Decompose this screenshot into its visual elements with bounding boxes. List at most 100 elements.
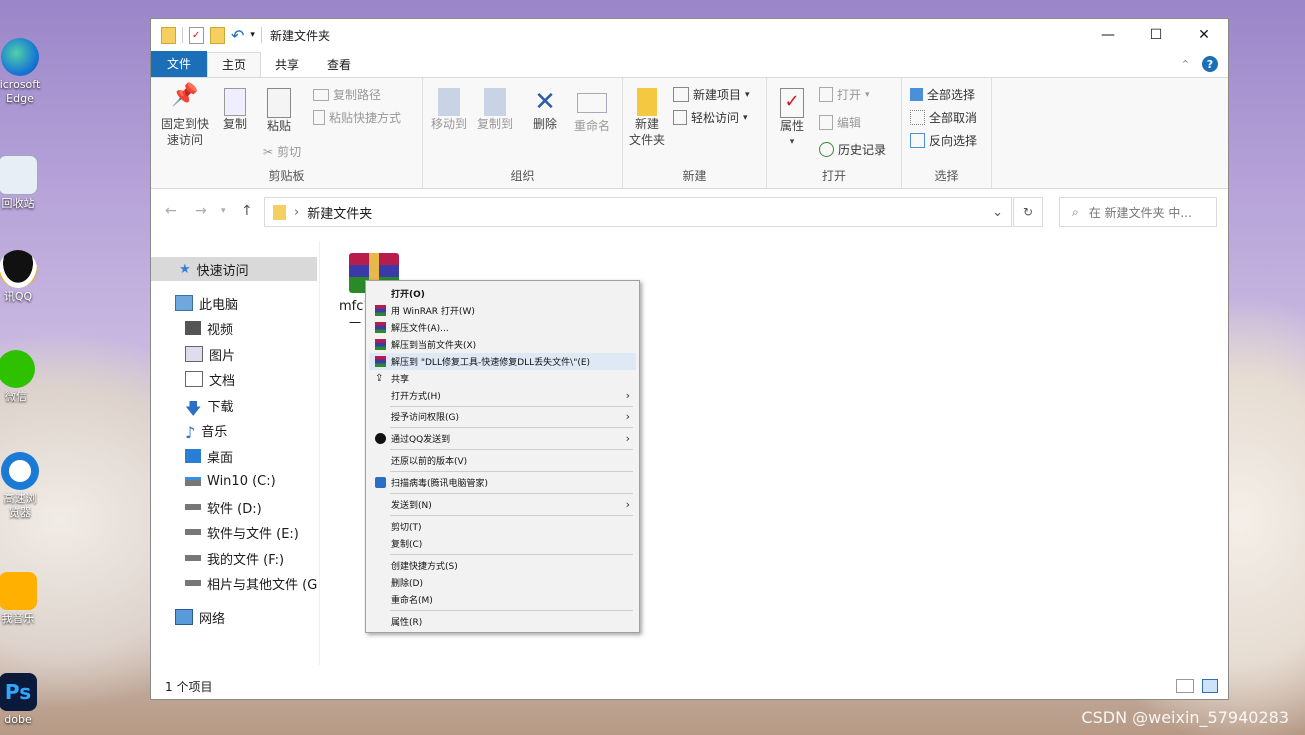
help-icon[interactable]: ?	[1202, 56, 1218, 72]
open-button[interactable]: 打开 ▾	[819, 86, 870, 103]
menu-item-copy[interactable]: 复制(C)	[369, 535, 636, 552]
collapse-ribbon-icon[interactable]: ⌃	[1181, 58, 1190, 71]
nav-label: Win10 (C:)	[207, 473, 276, 489]
tab-home[interactable]: 主页	[207, 52, 262, 77]
tab-share[interactable]: 共享	[261, 53, 313, 77]
nav-downloads[interactable]: 🡇 下载	[151, 393, 317, 418]
desktop-icon-sogou-browser[interactable]: 高速浏 览器	[0, 452, 46, 520]
history-label: 历史记录	[838, 143, 887, 157]
minimize-button[interactable]: —	[1084, 19, 1132, 51]
menu-item-open-with-winrar[interactable]: 用 WinRAR 打开(W)	[369, 302, 636, 319]
details-view-icon[interactable]	[1176, 679, 1194, 693]
paste-shortcut-button[interactable]: 粘贴快捷方式	[313, 109, 401, 126]
menu-item-properties[interactable]: 属性(R)	[369, 613, 636, 630]
delete-button[interactable]: ✕ 删除	[527, 88, 563, 132]
pin-quick-access-button[interactable]: 📌 固定到快 速访问	[157, 85, 213, 148]
desktop-icon-wechat[interactable]: 微信	[0, 350, 42, 404]
nav-videos[interactable]: 视频	[151, 316, 317, 340]
refresh-button[interactable]: ↻	[1013, 197, 1043, 227]
large-icons-view-icon[interactable]	[1202, 679, 1218, 693]
edit-button[interactable]: 编辑	[819, 114, 861, 131]
new-group-label: 新建	[682, 169, 707, 183]
desktop-icon-qq[interactable]: 讯QQ	[0, 250, 44, 304]
menu-item-send-to[interactable]: 发送到(N) ›	[369, 496, 636, 513]
menu-item-send-via-qq[interactable]: 通过QQ发送到 ›	[369, 430, 636, 447]
qq-icon	[375, 433, 386, 444]
menu-item-extract-here[interactable]: 解压到当前文件夹(X)	[369, 336, 636, 353]
maximize-button[interactable]: ☐	[1132, 19, 1180, 51]
nav-label: 我的文件 (F:)	[207, 552, 285, 568]
tab-file[interactable]: 文件	[151, 51, 208, 77]
network-icon	[175, 609, 193, 625]
select-all-icon	[910, 88, 923, 101]
nav-desktop[interactable]: 桌面	[151, 444, 317, 468]
rename-button[interactable]: 重命名	[569, 88, 615, 134]
menu-item-open-with[interactable]: 打开方式(H) ›	[369, 387, 636, 404]
paste-button[interactable]: 粘贴	[261, 88, 297, 134]
desktop-icon-photoshop[interactable]: Ps dobe	[0, 673, 44, 727]
copy-path-button[interactable]: 复制路径	[313, 86, 381, 103]
menu-label: 剪切(T)	[391, 523, 422, 533]
menu-item-restore-versions[interactable]: 还原以前的版本(V)	[369, 452, 636, 469]
nav-drive-f[interactable]: 我的文件 (F:)	[151, 546, 317, 570]
open-group: ✓ 属性 ▾ 打开 ▾ 编辑 历史记录 打开	[767, 78, 902, 188]
address-dropdown-icon[interactable]: ⌄	[992, 205, 1003, 220]
cut-button[interactable]: ✂ 剪切	[263, 143, 301, 160]
up-arrow-icon[interactable]: ↑	[241, 203, 253, 219]
close-button[interactable]: ✕	[1180, 19, 1228, 51]
recent-chevron-icon[interactable]: ▾	[221, 206, 226, 216]
history-button[interactable]: 历史记录	[819, 141, 886, 158]
nav-drive-e[interactable]: 软件与文件 (E:)	[151, 520, 317, 544]
address-path[interactable]: › 新建文件夹 ⌄	[264, 197, 1012, 227]
undo-icon[interactable]: ↶	[231, 26, 244, 45]
nav-documents[interactable]: 文档	[151, 367, 317, 391]
move-to-button[interactable]: 移动到	[427, 88, 471, 132]
back-arrow-icon[interactable]: ←	[165, 203, 177, 219]
video-icon	[185, 321, 201, 335]
copy-to-button[interactable]: 复制到	[473, 88, 517, 132]
nav-pictures[interactable]: 图片	[151, 342, 317, 366]
invert-selection-button[interactable]: 反向选择	[910, 132, 977, 149]
forward-arrow-icon[interactable]: →	[195, 203, 207, 219]
nav-drive-g[interactable]: 相片与其他文件 (G:	[151, 571, 317, 595]
select-all-button[interactable]: 全部选择	[910, 86, 975, 103]
properties-icon[interactable]: ✓	[189, 26, 204, 44]
desktop-icon-kuwo-music[interactable]: 我音乐	[0, 572, 44, 626]
new-item-button[interactable]: 新建项目 ▾	[673, 86, 750, 103]
properties-button[interactable]: ✓ 属性 ▾	[773, 88, 811, 150]
select-none-button[interactable]: 全部取消	[910, 109, 977, 126]
nav-drive-d[interactable]: 软件 (D:)	[151, 495, 317, 519]
chevron-down-icon[interactable]: ▾	[250, 30, 255, 40]
menu-item-open[interactable]: 打开(O)	[369, 285, 636, 302]
windows-drive-icon	[185, 476, 201, 486]
menu-item-rename[interactable]: 重命名(M)	[369, 591, 636, 608]
easy-access-button[interactable]: 轻松访问 ▾	[673, 109, 748, 126]
desktop-icon-edge[interactable]: icrosoft Edge	[0, 38, 46, 106]
menu-item-extract-to-folder[interactable]: 解压到 "DLL修复工具-快速修复DLL丢失文件\"(E)	[369, 353, 636, 370]
nav-music[interactable]: ♪ 音乐	[151, 418, 317, 442]
menu-item-virus-scan[interactable]: 扫描病毒(腾讯电脑管家)	[369, 474, 636, 491]
menu-item-share[interactable]: ⇪ 共享	[369, 370, 636, 387]
new-folder-button[interactable]: 新建 文件夹	[627, 88, 667, 148]
search-input[interactable]: ⌕ 在 新建文件夹 中...	[1059, 197, 1217, 227]
winrar-icon	[375, 356, 386, 367]
menu-item-delete[interactable]: 删除(D)	[369, 574, 636, 591]
copy-button[interactable]: 复制	[217, 88, 253, 132]
nav-splitter[interactable]	[319, 241, 320, 665]
nav-this-pc[interactable]: 此电脑	[151, 291, 317, 315]
tab-view[interactable]: 查看	[313, 53, 365, 77]
menu-item-create-shortcut[interactable]: 创建快捷方式(S)	[369, 557, 636, 574]
desktop-icon-label: 讯QQ	[3, 290, 33, 303]
nav-network[interactable]: 网络	[151, 605, 317, 629]
menu-item-extract-files[interactable]: 解压文件(A)...	[369, 319, 636, 336]
paste-icon	[267, 88, 291, 118]
nav-quick-access[interactable]: ★ 快速访问	[151, 257, 317, 281]
desktop-icon-recycle-bin[interactable]: 回收站	[0, 155, 44, 211]
new-folder-icon[interactable]	[210, 26, 225, 44]
menu-label: 打开方式(H)	[391, 392, 441, 402]
menu-item-give-access[interactable]: 授予访问权限(G) ›	[369, 408, 636, 425]
nav-label: 音乐	[201, 424, 228, 440]
nav-drive-c[interactable]: Win10 (C:)	[151, 469, 317, 493]
address-bar-row: ← → ▾ ↑ › 新建文件夹 ⌄ ↻ ⌕ 在 新建文件夹 中...	[151, 189, 1228, 237]
menu-item-cut[interactable]: 剪切(T)	[369, 518, 636, 535]
